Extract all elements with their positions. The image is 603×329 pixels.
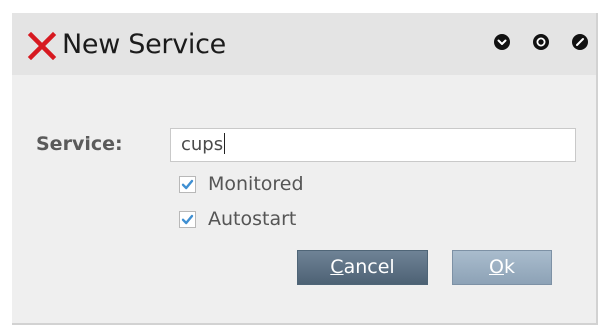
cancel-label-rest: ancel bbox=[343, 256, 395, 278]
minimize-icon[interactable] bbox=[494, 34, 510, 50]
autostart-row[interactable]: Autostart bbox=[179, 206, 296, 232]
title-bar[interactable]: New Service bbox=[12, 13, 596, 75]
cancel-mnemonic: C bbox=[330, 256, 344, 278]
maximize-icon[interactable] bbox=[533, 34, 549, 50]
dialog-content: Service: cups Monitored Autostart Cancel… bbox=[12, 75, 596, 323]
cancel-button[interactable]: Cancel bbox=[297, 250, 428, 285]
monitored-label[interactable]: Monitored bbox=[208, 173, 304, 195]
x-logo-icon bbox=[27, 31, 57, 60]
service-input[interactable]: cups bbox=[170, 128, 576, 162]
monitored-row[interactable]: Monitored bbox=[179, 171, 304, 197]
service-input-value: cups bbox=[181, 134, 224, 155]
ok-button[interactable]: Ok bbox=[452, 250, 552, 285]
autostart-checkbox[interactable] bbox=[179, 210, 196, 228]
monitored-checkbox[interactable] bbox=[179, 175, 196, 193]
checkmark-icon bbox=[181, 214, 194, 224]
autostart-label[interactable]: Autostart bbox=[208, 208, 296, 230]
ok-mnemonic: O bbox=[489, 256, 504, 278]
checkmark-icon bbox=[181, 179, 194, 189]
dialog-window: New Service Service: cups Monitored Auto… bbox=[12, 13, 598, 325]
service-label: Service: bbox=[36, 133, 123, 155]
ok-label-rest: k bbox=[503, 256, 515, 278]
text-cursor bbox=[224, 133, 226, 154]
close-icon[interactable] bbox=[572, 34, 588, 50]
window-title: New Service bbox=[62, 29, 226, 60]
